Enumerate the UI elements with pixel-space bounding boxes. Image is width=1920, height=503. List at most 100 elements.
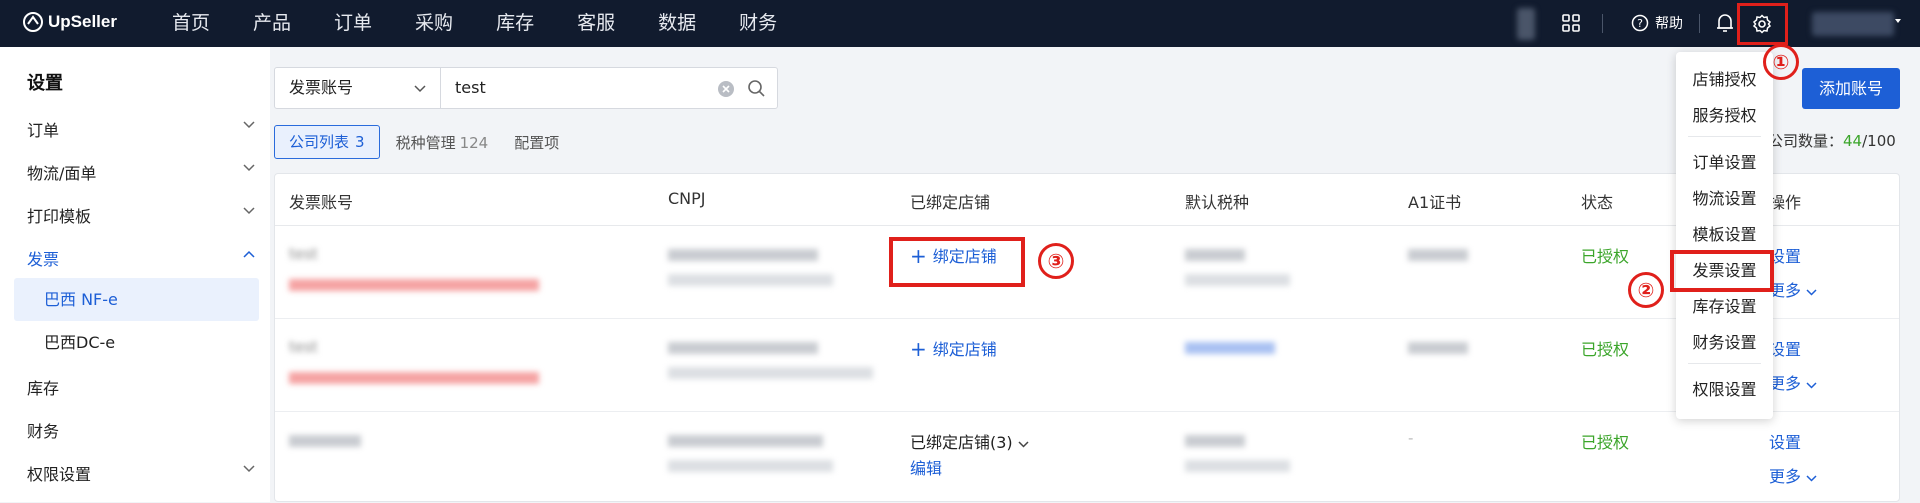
nav-data[interactable]: 数据: [658, 0, 696, 47]
col-default-tax: 默认税种: [1185, 193, 1250, 212]
status-badge: 已授权: [1581, 247, 1630, 266]
tab-tax-management[interactable]: 税种管理 124: [396, 132, 489, 153]
divider: [1699, 14, 1700, 33]
menu-divider: [1688, 363, 1761, 364]
nav-finance[interactable]: 财务: [739, 0, 777, 47]
sidebar-subitem-dce[interactable]: 巴西DC-e: [14, 321, 259, 364]
search-icon[interactable]: [747, 79, 766, 98]
search-bar: 发票账号 test: [274, 67, 778, 109]
col-actions: 操作: [1769, 193, 1802, 212]
grid-icon[interactable]: [1562, 14, 1580, 36]
sidebar-item-invoice[interactable]: 发票: [27, 246, 255, 270]
company-table: 发票账号 CNPJ 已绑定店铺 默认税种 A1证书 状态 操作 test + 绑定…: [274, 173, 1900, 502]
tax-redacted: [1185, 249, 1245, 261]
user-caret-icon[interactable]: [1895, 19, 1901, 23]
bind-store-link[interactable]: + 绑定店铺: [910, 336, 997, 361]
col-bound-store: 已绑定店铺: [910, 193, 991, 212]
nav-orders[interactable]: 订单: [334, 0, 372, 47]
sidebar-item-finance[interactable]: 财务: [27, 418, 255, 442]
sidebar-item-logistics[interactable]: 物流/面单: [27, 160, 255, 184]
step-3-marker: ③: [1038, 243, 1074, 279]
account-note-redacted: [289, 279, 539, 291]
search-field-select[interactable]: 发票账号: [275, 68, 441, 108]
nav-purchase[interactable]: 采购: [415, 0, 453, 47]
menu-item-store-auth[interactable]: 店铺授权: [1676, 66, 1773, 90]
sidebar-subitem-nfe[interactable]: 巴西 NF-e: [14, 278, 259, 321]
table-row: 已绑定店铺(3) 编辑 - 已授权 设置 更多: [275, 413, 1899, 503]
table-row: test + 绑定店铺 已授权 设置 更多: [275, 320, 1899, 412]
menu-item-finance-settings[interactable]: 财务设置: [1676, 329, 1773, 353]
cert-redacted: [1408, 249, 1468, 261]
sidebar-item-inventory[interactable]: 库存: [27, 375, 255, 399]
menu-item-inventory-settings[interactable]: 库存设置: [1676, 293, 1773, 317]
blurred-widget: [1517, 8, 1535, 40]
col-a1-cert: A1证书: [1408, 193, 1462, 212]
menu-divider: [1688, 136, 1761, 137]
app-logo[interactable]: UpSeller: [22, 11, 117, 33]
chevron-down-icon: [243, 121, 255, 129]
menu-item-logistics-settings[interactable]: 物流设置: [1676, 185, 1773, 209]
chevron-down-icon: [1018, 441, 1029, 448]
chevron-down-icon: [243, 164, 255, 172]
menu-item-service-auth[interactable]: 服务授权: [1676, 102, 1773, 126]
step-2-marker: ②: [1628, 272, 1664, 308]
nav-inventory[interactable]: 库存: [496, 0, 534, 47]
menu-item-template-settings[interactable]: 模板设置: [1676, 221, 1773, 245]
chevron-down-icon: [414, 85, 426, 93]
more-link[interactable]: 更多: [1769, 370, 1817, 394]
tab-config[interactable]: 配置项: [514, 132, 559, 153]
status-badge: 已授权: [1581, 433, 1630, 452]
gear-highlight-box: [1737, 3, 1788, 45]
settings-dropdown-menu: 店铺授权 服务授权 订单设置 物流设置 模板设置 发票设置 库存设置 财务设置 …: [1676, 52, 1773, 419]
account-note-redacted: [289, 372, 539, 384]
top-bar: UpSeller 首页 产品 订单 采购 库存 客服 数据 财务 ? 帮助: [0, 0, 1920, 47]
menu-item-permission-settings[interactable]: 权限设置: [1676, 376, 1773, 400]
add-account-button[interactable]: 添加账号: [1802, 68, 1900, 109]
chevron-down-icon: [243, 465, 255, 473]
col-account: 发票账号: [289, 193, 354, 212]
tax-redacted: [1185, 435, 1245, 447]
bell-icon[interactable]: [1716, 13, 1734, 37]
cert-value: -: [1408, 429, 1414, 447]
main-nav: 首页 产品 订单 采购 库存 客服 数据 财务: [172, 0, 820, 47]
cnpj-sub-redacted: [668, 460, 833, 472]
chevron-down-icon: [1806, 475, 1817, 482]
bound-stores-dropdown[interactable]: 已绑定店铺(3): [910, 429, 1029, 453]
nav-home[interactable]: 首页: [172, 0, 210, 47]
cnpj-redacted: [668, 435, 823, 447]
sidebar-item-print-template[interactable]: 打印模板: [27, 203, 255, 227]
table-header: 发票账号 CNPJ 已绑定店铺 默认税种 A1证书 状态 操作: [275, 174, 1899, 226]
tax-link-redacted: [1185, 342, 1275, 354]
cnpj-sub-redacted: [668, 274, 833, 286]
help-label: 帮助: [1655, 16, 1683, 32]
cnpj-redacted: [668, 249, 818, 261]
col-cnpj: CNPJ: [668, 189, 706, 208]
nav-service[interactable]: 客服: [577, 0, 615, 47]
company-count: 公司数量：44/100: [1768, 132, 1896, 150]
settings-link[interactable]: 设置: [1769, 336, 1801, 360]
nav-products[interactable]: 产品: [253, 0, 291, 47]
sidebar: 设置 订单 物流/面单 打印模板 发票 巴西 NF-e 巴西DC-e 库存 财务…: [0, 47, 270, 502]
col-status: 状态: [1581, 193, 1614, 212]
user-avatar[interactable]: [1812, 12, 1894, 36]
sidebar-item-orders[interactable]: 订单: [27, 117, 255, 141]
settings-link[interactable]: 设置: [1769, 429, 1801, 453]
more-link[interactable]: 更多: [1769, 463, 1817, 487]
account-name: test: [289, 245, 318, 263]
tab-company-list[interactable]: 公司列表 3: [274, 125, 380, 159]
edit-link[interactable]: 编辑: [910, 455, 942, 479]
invoice-settings-highlight-box: [1670, 250, 1774, 292]
search-input[interactable]: test: [455, 68, 486, 108]
help-link[interactable]: ? 帮助: [1631, 13, 1683, 33]
chevron-up-icon: [243, 250, 255, 258]
tax-sub-redacted: [1185, 274, 1290, 286]
sidebar-item-permissions[interactable]: 权限设置: [27, 461, 255, 485]
clear-icon[interactable]: [717, 80, 735, 98]
tabs: 公司列表 3 税种管理 124 配置项: [274, 125, 585, 159]
bind-store-highlight-box: [889, 237, 1025, 287]
cnpj-sub-redacted: [668, 367, 873, 379]
menu-item-order-settings[interactable]: 订单设置: [1676, 149, 1773, 173]
status-badge: 已授权: [1581, 340, 1630, 359]
divider: [1602, 14, 1603, 33]
more-link[interactable]: 更多: [1769, 277, 1817, 301]
